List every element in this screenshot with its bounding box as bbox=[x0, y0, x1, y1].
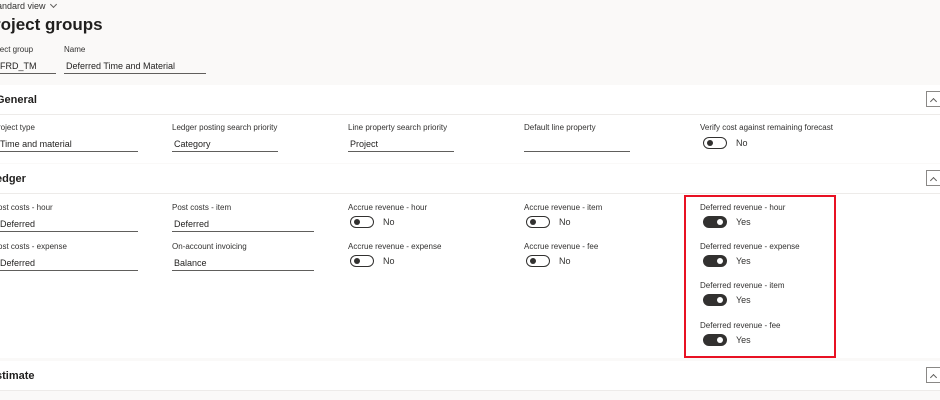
ledger-posting-priority-field[interactable]: Category bbox=[172, 138, 278, 152]
verify-cost-toggle[interactable]: No bbox=[703, 137, 748, 149]
project-type-field[interactable]: Time and material bbox=[0, 138, 138, 152]
post-costs-item-label: Post costs - item bbox=[172, 203, 232, 212]
post-costs-item-field[interactable]: Deferred bbox=[172, 218, 314, 232]
name-label: Name bbox=[64, 45, 86, 54]
general-section-title: General bbox=[0, 94, 37, 106]
project-group-label: ject group bbox=[0, 45, 34, 54]
default-line-property-label: Default line property bbox=[524, 123, 596, 132]
chevron-up-icon bbox=[929, 176, 938, 185]
highlight-box bbox=[684, 195, 836, 358]
estimate-section-header[interactable]: stimate bbox=[0, 361, 940, 391]
on-account-invoicing-field[interactable]: Balance bbox=[172, 257, 314, 271]
line-property-priority-label: Line property search priority bbox=[348, 123, 448, 132]
accrue-revenue-hour-toggle[interactable]: No bbox=[350, 216, 395, 228]
name-field[interactable]: Deferred Time and Material bbox=[64, 60, 206, 74]
chevron-up-icon bbox=[929, 373, 938, 382]
general-section-body: roject type Time and material Ledger pos… bbox=[0, 115, 940, 163]
general-collapse-button[interactable] bbox=[926, 91, 940, 107]
page-title: roject groups bbox=[0, 15, 103, 34]
chevron-up-icon bbox=[929, 97, 938, 106]
project-type-label: roject type bbox=[0, 123, 35, 132]
accrue-revenue-hour-label: Accrue revenue - hour bbox=[348, 203, 428, 212]
accrue-revenue-fee-toggle[interactable]: No bbox=[526, 255, 571, 267]
accrue-revenue-item-toggle[interactable]: No bbox=[526, 216, 571, 228]
post-costs-expense-label: ost costs - expense bbox=[0, 242, 67, 251]
ledger-section-title: edger bbox=[0, 173, 26, 185]
ledger-collapse-button[interactable] bbox=[926, 170, 940, 186]
accrue-revenue-fee-label: Accrue revenue - fee bbox=[524, 242, 599, 251]
on-account-invoicing-label: On-account invoicing bbox=[172, 242, 247, 251]
chevron-down-icon bbox=[49, 0, 57, 9]
general-section-header[interactable]: General bbox=[0, 85, 940, 115]
post-costs-expense-field[interactable]: Deferred bbox=[0, 257, 138, 271]
view-selector[interactable]: andard view bbox=[0, 0, 57, 11]
line-property-priority-field[interactable]: Project bbox=[348, 138, 454, 152]
accrue-revenue-item-label: Accrue revenue - item bbox=[524, 203, 603, 212]
project-group-field[interactable]: FRD_TM bbox=[0, 60, 56, 74]
view-selector-label: andard view bbox=[0, 1, 46, 11]
verify-cost-label: Verify cost against remaining forecast bbox=[700, 123, 833, 132]
ledger-posting-priority-label: Ledger posting search priority bbox=[172, 123, 278, 132]
accrue-revenue-expense-label: Accrue revenue - expense bbox=[348, 242, 442, 251]
accrue-revenue-expense-toggle[interactable]: No bbox=[350, 255, 395, 267]
post-costs-hour-label: ost costs - hour bbox=[0, 203, 53, 212]
estimate-collapse-button[interactable] bbox=[926, 367, 940, 383]
post-costs-hour-field[interactable]: Deferred bbox=[0, 218, 138, 232]
default-line-property-field[interactable] bbox=[524, 138, 630, 152]
estimate-section-title: stimate bbox=[0, 370, 35, 382]
ledger-section-header[interactable]: edger bbox=[0, 164, 940, 194]
